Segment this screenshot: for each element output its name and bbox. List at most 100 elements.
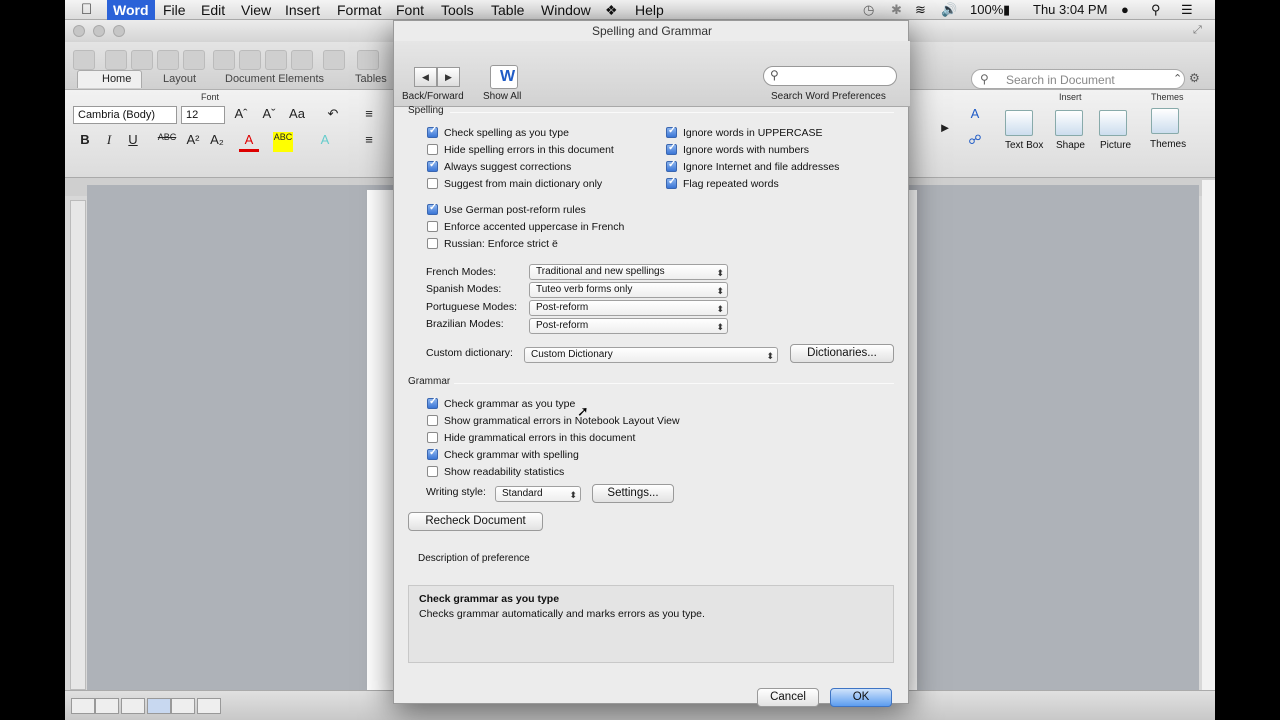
- redo-icon[interactable]: [357, 50, 379, 70]
- hide-grammatical-errors-checkbox[interactable]: Hide grammatical errors in this document: [427, 432, 635, 446]
- menubar-clock[interactable]: Thu 3:04 PM: [1033, 2, 1107, 17]
- checkbox-icon[interactable]: [427, 202, 438, 215]
- align-left-icon[interactable]: ≡: [359, 132, 379, 152]
- highlight-icon[interactable]: ABC: [273, 132, 293, 152]
- tab-home[interactable]: Home: [77, 70, 143, 88]
- publishing-view-icon[interactable]: [121, 698, 145, 714]
- fullscreen-icon[interactable]: ⤢: [1193, 24, 1202, 37]
- always-suggest-corrections-checkbox[interactable]: Always suggest corrections: [427, 159, 571, 175]
- print-icon[interactable]: [183, 50, 205, 70]
- vertical-ruler[interactable]: [70, 200, 86, 690]
- show-all-icon[interactable]: W: [490, 65, 518, 89]
- strikethrough-icon[interactable]: ABC: [157, 132, 177, 152]
- menu-file[interactable]: File: [163, 2, 186, 18]
- french-accented-uppercase-checkbox[interactable]: Enforce accented uppercase in French: [427, 221, 624, 235]
- tab-document-elements[interactable]: Document Elements: [225, 73, 324, 85]
- copy-icon[interactable]: [239, 50, 261, 70]
- menu-font[interactable]: Font: [396, 2, 424, 18]
- checkbox-icon[interactable]: [427, 396, 438, 409]
- tab-layout[interactable]: Layout: [163, 73, 196, 85]
- forward-button[interactable]: ▶: [437, 67, 460, 87]
- outline-view-icon[interactable]: [95, 698, 119, 714]
- wordart-icon[interactable]: A: [965, 106, 985, 126]
- undo-icon[interactable]: [323, 50, 345, 70]
- checkbox-icon[interactable]: [427, 238, 438, 249]
- new-document-icon[interactable]: [73, 50, 95, 70]
- font-name-combo[interactable]: Cambria (Body): [73, 106, 177, 124]
- ignore-internet-addresses-checkbox[interactable]: Ignore Internet and file addresses: [666, 159, 839, 175]
- change-case-icon[interactable]: Aa: [287, 106, 307, 126]
- draft-view-icon[interactable]: [71, 698, 95, 714]
- collapse-ribbon-icon[interactable]: ⌃: [1173, 72, 1182, 85]
- minimize-window-icon[interactable]: [93, 25, 105, 37]
- ribbon-settings-icon[interactable]: ⚙: [1189, 71, 1200, 85]
- grammar-settings-button[interactable]: Settings...: [592, 484, 674, 503]
- check-grammar-with-spelling-checkbox[interactable]: Check grammar with spelling: [427, 447, 579, 463]
- checkbox-icon[interactable]: [427, 159, 438, 172]
- check-grammar-as-you-type-checkbox[interactable]: Check grammar as you type: [427, 396, 575, 412]
- ok-button[interactable]: OK: [830, 688, 892, 707]
- themes-label[interactable]: Themes: [1150, 139, 1186, 150]
- cancel-button[interactable]: Cancel: [757, 688, 819, 707]
- hide-spelling-errors-checkbox[interactable]: Hide spelling errors in this document: [427, 144, 614, 158]
- show-all-label[interactable]: Show All: [483, 91, 521, 102]
- menu-table[interactable]: Table: [491, 2, 524, 18]
- time-machine-icon[interactable]: ◷: [863, 2, 874, 18]
- volume-icon[interactable]: 🔊: [941, 2, 957, 18]
- brazilian-modes-select[interactable]: Post-reform: [529, 318, 728, 334]
- save-icon[interactable]: [157, 50, 179, 70]
- format-painter-icon[interactable]: [291, 50, 313, 70]
- underline-icon[interactable]: U: [123, 132, 143, 152]
- notification-center-icon[interactable]: ☰: [1181, 2, 1193, 18]
- shape-icon[interactable]: [1055, 110, 1083, 136]
- bluetooth-icon[interactable]: ✱: [891, 2, 902, 18]
- battery-percent[interactable]: 100%: [970, 2, 1003, 17]
- paste-icon[interactable]: [265, 50, 287, 70]
- text-effects-icon[interactable]: A: [315, 132, 335, 152]
- ignore-uppercase-checkbox[interactable]: Ignore words in UPPERCASE: [666, 125, 822, 141]
- bullets-icon[interactable]: ≡: [359, 106, 379, 126]
- close-window-icon[interactable]: [73, 25, 85, 37]
- picture-label[interactable]: Picture: [1100, 140, 1131, 151]
- checkbox-icon[interactable]: [666, 176, 677, 189]
- show-grammar-notebook-checkbox[interactable]: Show grammatical errors in Notebook Layo…: [427, 415, 680, 429]
- shape-label[interactable]: Shape: [1056, 140, 1085, 151]
- text-box-icon[interactable]: [1005, 110, 1033, 136]
- menu-insert[interactable]: Insert: [285, 2, 320, 18]
- superscript-icon[interactable]: A²: [183, 132, 203, 152]
- portuguese-modes-select[interactable]: Post-reform: [529, 300, 728, 316]
- check-spelling-as-you-type-checkbox[interactable]: Check spelling as you type: [427, 125, 569, 141]
- spanish-modes-select[interactable]: Tuteo verb forms only: [529, 282, 728, 298]
- dictionaries-button[interactable]: Dictionaries...: [790, 344, 894, 363]
- menu-help[interactable]: Help: [635, 2, 664, 18]
- preferences-search-input[interactable]: ⚲: [763, 66, 897, 86]
- grow-font-icon[interactable]: Aˆ: [231, 106, 251, 126]
- checkbox-icon[interactable]: [427, 415, 438, 426]
- german-post-reform-checkbox[interactable]: Use German post-reform rules: [427, 202, 586, 218]
- french-modes-select[interactable]: Traditional and new spellings: [529, 264, 728, 280]
- spotlight-icon[interactable]: ⚲: [1151, 2, 1161, 18]
- font-color-icon[interactable]: A: [239, 132, 259, 152]
- checkbox-icon[interactable]: [666, 159, 677, 172]
- apple-icon[interactable]: : [81, 1, 92, 18]
- themes-icon[interactable]: [1151, 108, 1179, 134]
- wifi-icon[interactable]: ≋: [915, 2, 926, 18]
- subscript-icon[interactable]: A₂: [207, 132, 227, 152]
- font-size-combo[interactable]: 12: [181, 106, 225, 124]
- suggest-main-dictionary-checkbox[interactable]: Suggest from main dictionary only: [427, 178, 602, 192]
- checkbox-icon[interactable]: [666, 142, 677, 155]
- bold-icon[interactable]: B: [75, 132, 95, 152]
- insert-symbol-icon[interactable]: ☍: [965, 132, 985, 152]
- ignore-numbers-checkbox[interactable]: Ignore words with numbers: [666, 142, 809, 158]
- vertical-scrollbar[interactable]: [1202, 180, 1215, 690]
- checkbox-icon[interactable]: [427, 221, 438, 232]
- back-button[interactable]: ◀: [414, 67, 437, 87]
- checkbox-icon[interactable]: [427, 432, 438, 443]
- picture-icon[interactable]: [1099, 110, 1127, 136]
- menu-view[interactable]: View: [241, 2, 271, 18]
- flag-repeated-words-checkbox[interactable]: Flag repeated words: [666, 176, 779, 192]
- russian-strict-e-checkbox[interactable]: Russian: Enforce strict ë: [427, 238, 558, 252]
- menu-window[interactable]: Window: [541, 2, 591, 18]
- checkbox-icon[interactable]: [427, 466, 438, 477]
- checkbox-icon[interactable]: [666, 125, 677, 138]
